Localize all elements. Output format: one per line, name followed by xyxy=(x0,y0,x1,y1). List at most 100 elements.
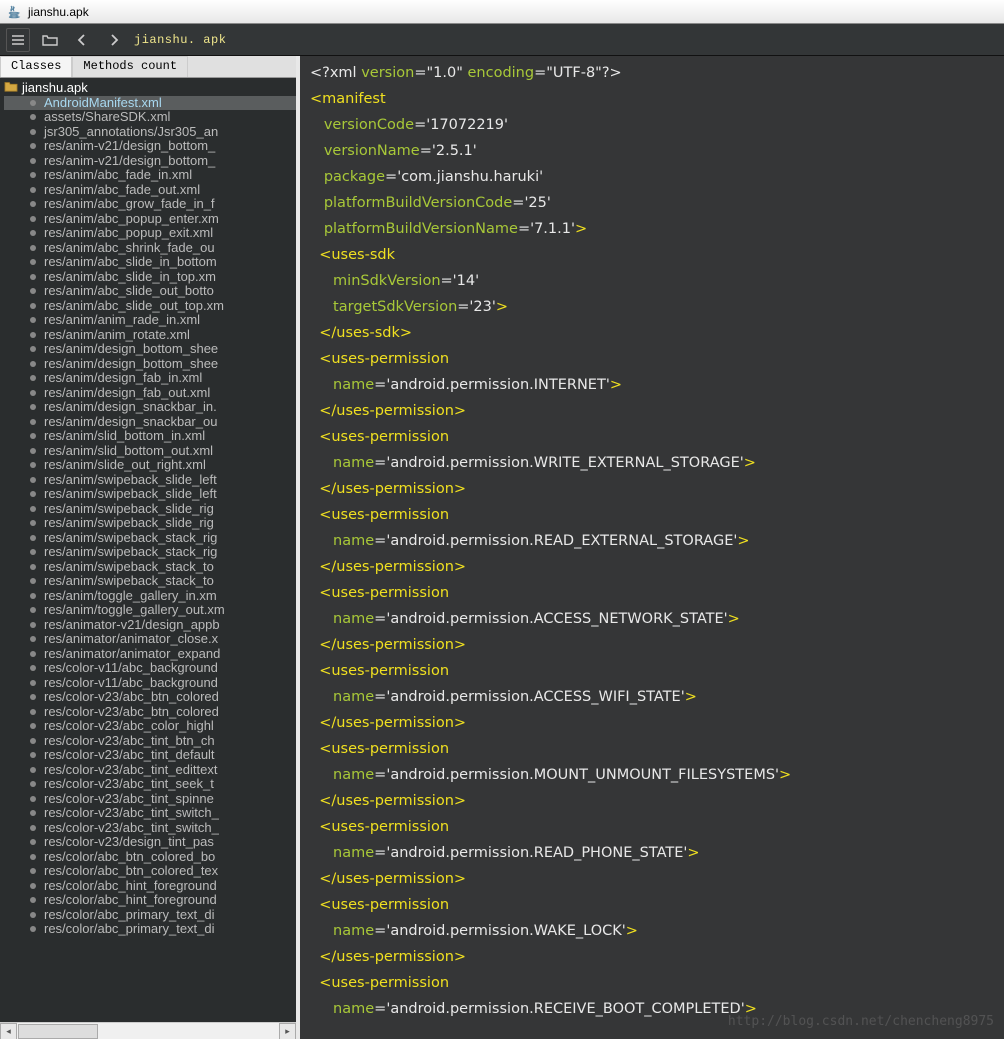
tree-item[interactable]: res/anim/slid_bottom_out.xml xyxy=(4,444,296,459)
left-pane: Classes Methods count jianshu.apk Androi… xyxy=(0,56,300,1039)
tree-item[interactable]: res/color-v23/abc_tint_switch_ xyxy=(4,806,296,821)
bullet-icon xyxy=(30,361,36,367)
tree-item[interactable]: res/color-v23/abc_color_highl xyxy=(4,719,296,734)
tree-item[interactable]: res/anim/abc_slide_out_top.xm xyxy=(4,299,296,314)
tree-item-label: res/anim/slid_bottom_out.xml xyxy=(44,444,213,459)
tree-item[interactable]: res/anim/design_snackbar_in. xyxy=(4,400,296,415)
tree-item[interactable]: res/anim/abc_fade_out.xml xyxy=(4,183,296,198)
tree-item[interactable]: res/color-v11/abc_background xyxy=(4,676,296,691)
tree-item[interactable]: res/anim/anim_rade_in.xml xyxy=(4,313,296,328)
bullet-icon xyxy=(30,506,36,512)
bullet-icon xyxy=(30,216,36,222)
bullet-icon xyxy=(30,680,36,686)
tree-item[interactable]: res/color/abc_btn_colored_tex xyxy=(4,864,296,879)
tree-item[interactable]: res/anim/swipeback_slide_left xyxy=(4,487,296,502)
tab-classes[interactable]: Classes xyxy=(0,56,72,77)
tree-item[interactable]: res/anim/swipeback_slide_rig xyxy=(4,516,296,531)
tree-item-label: res/color-v23/abc_tint_seek_t xyxy=(44,777,214,792)
tree-item[interactable]: res/color-v23/abc_tint_seek_t xyxy=(4,777,296,792)
scroll-track[interactable] xyxy=(17,1023,279,1039)
tree-item[interactable]: res/color/abc_primary_text_di xyxy=(4,922,296,937)
tree-item[interactable]: res/animator/animator_close.x xyxy=(4,632,296,647)
tree-item[interactable]: AndroidManifest.xml xyxy=(4,96,296,111)
tree-item[interactable]: res/anim/abc_shrink_fade_ou xyxy=(4,241,296,256)
tree-item[interactable]: res/color-v23/abc_tint_btn_ch xyxy=(4,734,296,749)
tree-item-label: res/color-v23/design_tint_pas xyxy=(44,835,214,850)
tree-item[interactable]: res/anim/slid_bottom_in.xml xyxy=(4,429,296,444)
tree-item[interactable]: res/color-v23/abc_tint_switch_ xyxy=(4,821,296,836)
code-line: name='android.permission.RECEIVE_BOOT_CO… xyxy=(310,996,994,1022)
code-line: </uses-permission> xyxy=(310,632,994,658)
tree-item[interactable]: res/animator-v21/design_appb xyxy=(4,618,296,633)
open-folder-button[interactable] xyxy=(38,28,62,52)
tree-item[interactable]: res/animator/animator_expand xyxy=(4,647,296,662)
tree-item[interactable]: res/anim/swipeback_stack_to xyxy=(4,560,296,575)
tree-item[interactable]: res/color/abc_primary_text_di xyxy=(4,908,296,923)
tabs: Classes Methods count xyxy=(0,56,296,78)
tree-item[interactable]: res/anim/abc_popup_exit.xml xyxy=(4,226,296,241)
tree-item[interactable]: res/color-v23/abc_btn_colored xyxy=(4,705,296,720)
tree-root[interactable]: jianshu.apk xyxy=(4,80,296,96)
tree-item[interactable]: res/anim/swipeback_slide_rig xyxy=(4,502,296,517)
tree-item[interactable]: jsr305_annotations/Jsr305_an xyxy=(4,125,296,140)
code-line: </uses-permission> xyxy=(310,944,994,970)
tree-item-label: res/anim/abc_fade_in.xml xyxy=(44,168,192,183)
tree-item[interactable]: res/anim/design_bottom_shee xyxy=(4,342,296,357)
tree-item[interactable]: res/anim/design_snackbar_ou xyxy=(4,415,296,430)
tree-item-label: res/color-v11/abc_background xyxy=(44,676,218,691)
tree-item[interactable]: res/color/abc_btn_colored_bo xyxy=(4,850,296,865)
forward-button[interactable] xyxy=(102,28,126,52)
back-button[interactable] xyxy=(70,28,94,52)
tree-item[interactable]: res/color-v23/design_tint_pas xyxy=(4,835,296,850)
tree-item-label: res/color-v23/abc_tint_switch_ xyxy=(44,821,219,836)
code-line: targetSdkVersion='23'> xyxy=(310,294,994,320)
tree-item[interactable]: res/anim/abc_slide_in_top.xm xyxy=(4,270,296,285)
tree-item[interactable]: res/color/abc_hint_foreground xyxy=(4,893,296,908)
tree-item[interactable]: res/anim/toggle_gallery_out.xm xyxy=(4,603,296,618)
scroll-left-arrow[interactable]: ◂ xyxy=(0,1023,17,1039)
tree-item[interactable]: res/color-v23/abc_tint_spinne xyxy=(4,792,296,807)
tree-item[interactable]: res/anim/swipeback_stack_to xyxy=(4,574,296,589)
tree-item-label: res/anim/slid_bottom_in.xml xyxy=(44,429,205,444)
tree-item[interactable]: res/anim/anim_rotate.xml xyxy=(4,328,296,343)
code-view[interactable]: <?xml version="1.0" encoding="UTF-8"?><m… xyxy=(300,56,1004,1039)
tree-item[interactable]: res/anim/abc_grow_fade_in_f xyxy=(4,197,296,212)
tree-item[interactable]: res/anim/swipeback_slide_left xyxy=(4,473,296,488)
tree-item[interactable]: res/anim/abc_slide_out_botto xyxy=(4,284,296,299)
bullet-icon xyxy=(30,114,36,120)
bullet-icon xyxy=(30,158,36,164)
tree-item[interactable]: res/anim/abc_popup_enter.xm xyxy=(4,212,296,227)
bullet-icon xyxy=(30,723,36,729)
tree-item[interactable]: res/color-v23/abc_tint_edittext xyxy=(4,763,296,778)
bullet-icon xyxy=(30,593,36,599)
tree-item[interactable]: res/anim/swipeback_stack_rig xyxy=(4,531,296,546)
scroll-thumb[interactable] xyxy=(18,1024,98,1039)
horizontal-scrollbar[interactable]: ◂ ▸ xyxy=(0,1022,296,1039)
tree-item[interactable]: res/anim/slide_out_right.xml xyxy=(4,458,296,473)
tree-item[interactable]: res/color/abc_hint_foreground xyxy=(4,879,296,894)
tree-item[interactable]: res/anim/design_bottom_shee xyxy=(4,357,296,372)
tree-item[interactable]: res/color-v23/abc_tint_default xyxy=(4,748,296,763)
bullet-icon xyxy=(30,781,36,787)
tree-item[interactable]: res/anim/design_fab_out.xml xyxy=(4,386,296,401)
tree-item[interactable]: res/anim-v21/design_bottom_ xyxy=(4,139,296,154)
tree-item[interactable]: res/anim-v21/design_bottom_ xyxy=(4,154,296,169)
tree-item[interactable]: res/anim/abc_slide_in_bottom xyxy=(4,255,296,270)
tree-item[interactable]: res/anim/design_fab_in.xml xyxy=(4,371,296,386)
tree-item[interactable]: assets/ShareSDK.xml xyxy=(4,110,296,125)
tree-item[interactable]: res/anim/toggle_gallery_in.xm xyxy=(4,589,296,604)
tab-methods-count[interactable]: Methods count xyxy=(72,56,188,77)
tree-item[interactable]: res/color-v23/abc_btn_colored xyxy=(4,690,296,705)
tree-item-label: res/anim/abc_slide_in_bottom xyxy=(44,255,217,270)
tree-item-label: res/anim/abc_slide_in_top.xm xyxy=(44,270,216,285)
code-line: <uses-permission xyxy=(310,970,994,996)
scroll-right-arrow[interactable]: ▸ xyxy=(279,1023,296,1039)
tree-item[interactable]: res/anim/abc_fade_in.xml xyxy=(4,168,296,183)
tree-item-label: res/color-v23/abc_btn_colored xyxy=(44,705,219,720)
code-line: versionCode='17072219' xyxy=(310,112,994,138)
file-tree[interactable]: jianshu.apk AndroidManifest.xmlassets/Sh… xyxy=(0,78,296,1022)
menu-button[interactable] xyxy=(6,28,30,52)
tree-item-label: res/anim/design_snackbar_ou xyxy=(44,415,217,430)
tree-item[interactable]: res/anim/swipeback_stack_rig xyxy=(4,545,296,560)
tree-item[interactable]: res/color-v11/abc_background xyxy=(4,661,296,676)
